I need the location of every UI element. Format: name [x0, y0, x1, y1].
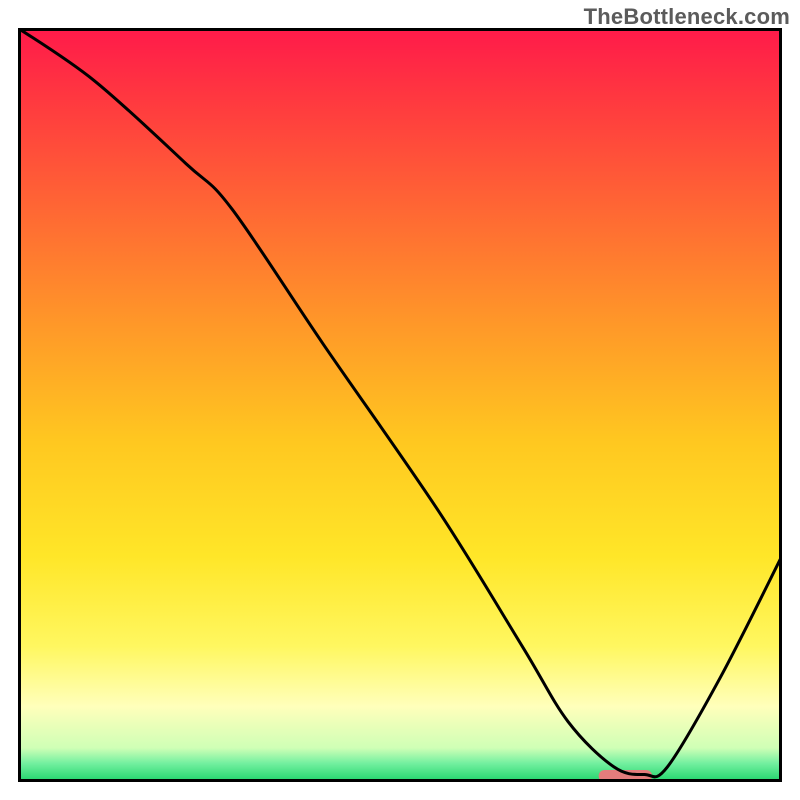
watermark-text: TheBottleneck.com	[584, 4, 790, 30]
chart-svg	[18, 28, 782, 782]
plot-area	[18, 28, 782, 782]
gradient-background	[18, 28, 782, 782]
chart-container: TheBottleneck.com	[0, 0, 800, 800]
